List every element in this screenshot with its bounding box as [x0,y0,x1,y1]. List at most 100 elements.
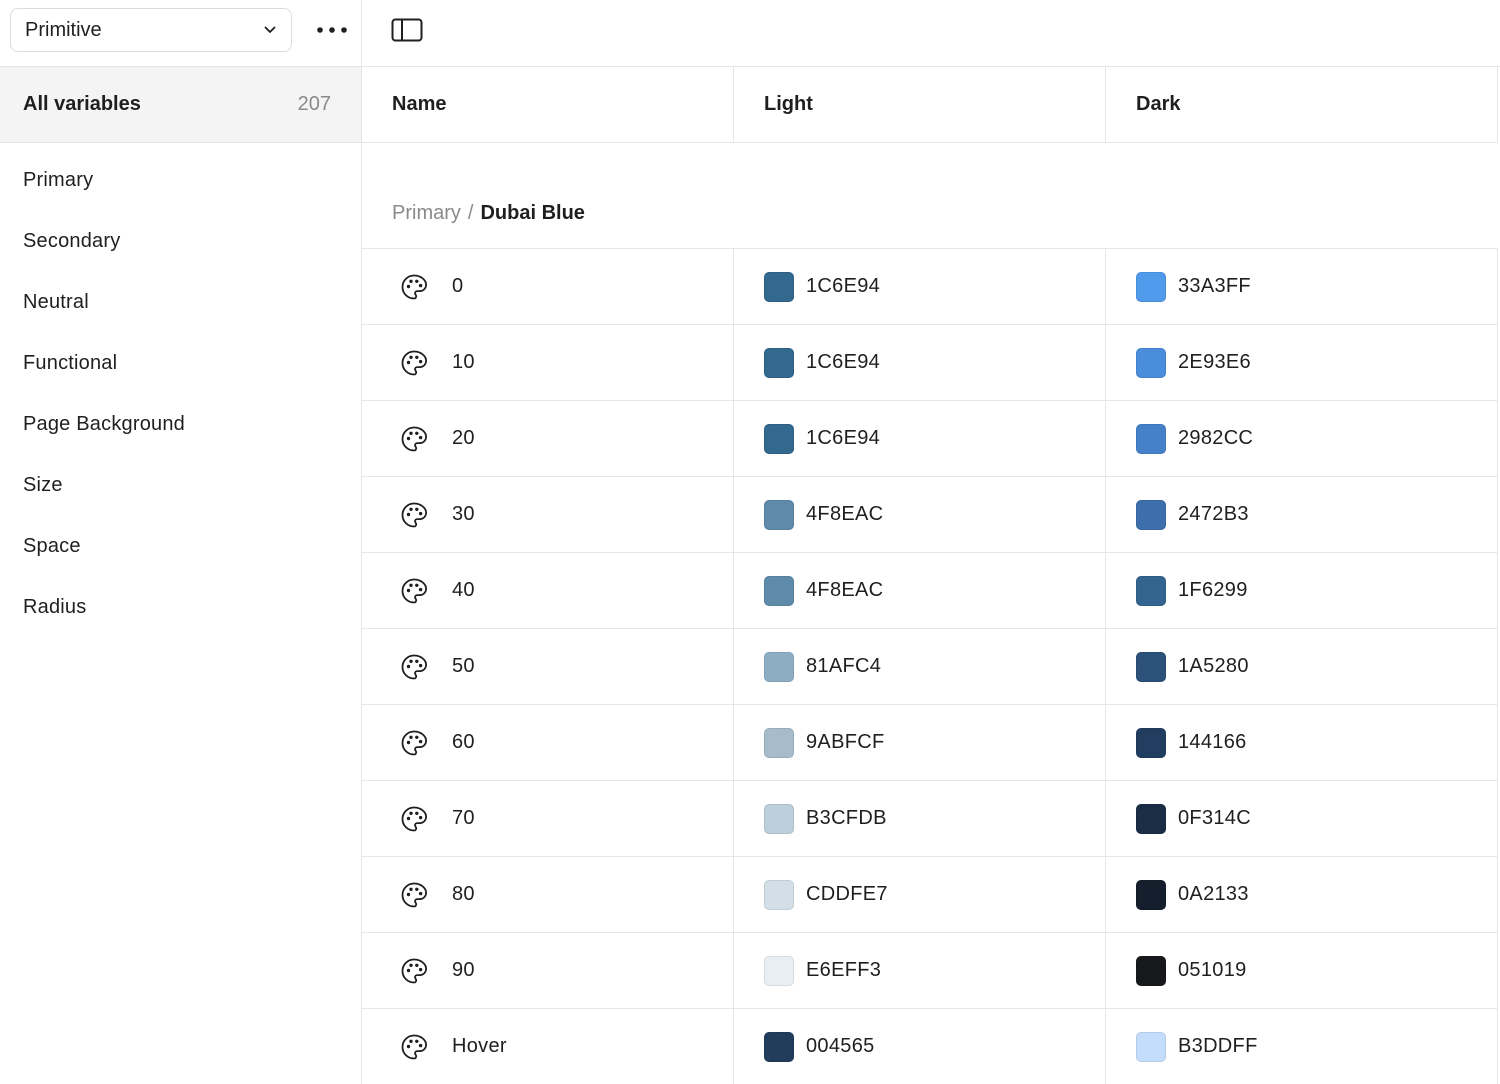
dark-color-swatch[interactable] [1136,575,1166,606]
collection-dropdown-value: Primitive [25,18,102,41]
light-value-cell[interactable]: E6EFF3 [734,933,1106,1008]
variable-name: 20 [452,427,475,449]
light-value-cell[interactable]: 1C6E94 [734,325,1106,400]
dark-value-cell[interactable]: 0A2133 [1106,857,1498,932]
variable-name-cell[interactable]: 30 [362,477,734,552]
sidebar-item-neutral[interactable]: Neutral [0,272,361,333]
dark-color-swatch[interactable] [1136,347,1166,378]
dark-value-cell[interactable]: 2982CC [1106,401,1498,476]
sidebar-item-radius[interactable]: Radius [0,577,361,638]
dark-value-cell[interactable]: 33A3FF [1106,249,1498,324]
breadcrumb-separator: / [467,202,474,224]
sidebar-item-functional[interactable]: Functional [0,333,361,394]
palette-icon [400,349,428,377]
variable-name: 40 [452,579,475,601]
light-color-swatch[interactable] [764,575,794,606]
light-value-cell[interactable]: 004565 [734,1009,1106,1084]
table-row[interactable]: 0 1C6E94 33A3FF [362,249,1498,325]
dark-value-cell[interactable]: 051019 [1106,933,1498,1008]
light-value-cell[interactable]: 4F8EAC [734,477,1106,552]
variable-name-cell[interactable]: 90 [362,933,734,1008]
dark-color-swatch[interactable] [1136,423,1166,454]
column-header-name[interactable]: Name [362,67,734,142]
dark-hex-value: 0F314C [1178,807,1251,829]
sidebar-item-space[interactable]: Space [0,516,361,577]
light-color-swatch[interactable] [764,1031,794,1062]
table-row[interactable]: 50 81AFC4 1A5280 [362,629,1498,705]
light-value-cell[interactable]: CDDFE7 [734,857,1106,932]
dark-value-cell[interactable]: B3DDFF [1106,1009,1498,1084]
light-value-cell[interactable]: 9ABFCF [734,705,1106,780]
dark-color-swatch[interactable] [1136,271,1166,302]
dark-hex-value: 33A3FF [1178,275,1251,297]
dark-value-cell[interactable]: 1A5280 [1106,629,1498,704]
dark-hex-value: 2982CC [1178,427,1254,449]
light-color-swatch[interactable] [764,955,794,986]
dark-value-cell[interactable]: 2E93E6 [1106,325,1498,400]
variable-name-cell[interactable]: 40 [362,553,734,628]
table-row[interactable]: 40 4F8EAC 1F6299 [362,553,1498,629]
collection-dropdown[interactable]: Primitive [10,8,292,52]
table-row[interactable]: Hover 004565 B3DDFF [362,1009,1498,1084]
light-value-cell[interactable]: 1C6E94 [734,249,1106,324]
dark-value-cell[interactable]: 0F314C [1106,781,1498,856]
dark-value-cell[interactable]: 144166 [1106,705,1498,780]
dark-hex-value: 2472B3 [1178,503,1249,525]
dark-color-swatch[interactable] [1136,879,1166,910]
variable-name-cell[interactable]: 70 [362,781,734,856]
light-value-cell[interactable]: 1C6E94 [734,401,1106,476]
dark-color-swatch[interactable] [1136,803,1166,834]
variable-name-cell[interactable]: 0 [362,249,734,324]
dark-value-cell[interactable]: 1F6299 [1106,553,1498,628]
dark-hex-value: 051019 [1178,959,1247,981]
table-row[interactable]: 60 9ABFCF 144166 [362,705,1498,781]
variable-name-cell[interactable]: 60 [362,705,734,780]
dark-color-swatch[interactable] [1136,1031,1166,1062]
light-color-swatch[interactable] [764,271,794,302]
variable-name-cell[interactable]: 50 [362,629,734,704]
light-hex-value: 4F8EAC [806,503,884,525]
light-value-cell[interactable]: 81AFC4 [734,629,1106,704]
all-variables-item[interactable]: All variables 207 [0,67,361,143]
variable-name-cell[interactable]: 20 [362,401,734,476]
light-color-swatch[interactable] [764,423,794,454]
light-hex-value: 9ABFCF [806,731,885,753]
light-hex-value: 1C6E94 [806,275,881,297]
light-hex-value: B3CFDB [806,807,887,829]
dark-color-swatch[interactable] [1136,955,1166,986]
column-header-light[interactable]: Light [734,67,1106,142]
sidebar-header: Primitive [0,0,361,67]
table-row[interactable]: 10 1C6E94 2E93E6 [362,325,1498,401]
dark-color-swatch[interactable] [1136,727,1166,758]
dark-value-cell[interactable]: 2472B3 [1106,477,1498,552]
light-color-swatch[interactable] [764,651,794,682]
light-value-cell[interactable]: B3CFDB [734,781,1106,856]
light-hex-value: CDDFE7 [806,883,888,905]
dark-color-swatch[interactable] [1136,499,1166,530]
palette-icon [400,1033,428,1061]
table-row[interactable]: 30 4F8EAC 2472B3 [362,477,1498,553]
sidebar-item-size[interactable]: Size [0,455,361,516]
table-row[interactable]: 80 CDDFE7 0A2133 [362,857,1498,933]
column-header-dark[interactable]: Dark [1106,67,1498,142]
table-row[interactable]: 20 1C6E94 2982CC [362,401,1498,477]
more-options-button[interactable] [310,14,354,46]
dark-color-swatch[interactable] [1136,651,1166,682]
table-row[interactable]: 70 B3CFDB 0F314C [362,781,1498,857]
sidebar-toggle-button[interactable] [390,17,424,47]
sidebar-item-primary[interactable]: Primary [0,150,361,211]
light-value-cell[interactable]: 4F8EAC [734,553,1106,628]
variable-name-cell[interactable]: Hover [362,1009,734,1084]
sidebar-item-page-background[interactable]: Page Background [0,394,361,455]
table-row[interactable]: 90 E6EFF3 051019 [362,933,1498,1009]
light-color-swatch[interactable] [764,879,794,910]
light-color-swatch[interactable] [764,347,794,378]
sidebar-item-secondary[interactable]: Secondary [0,211,361,272]
light-color-swatch[interactable] [764,803,794,834]
variable-name-cell[interactable]: 10 [362,325,734,400]
light-color-swatch[interactable] [764,499,794,530]
variable-name: 80 [452,883,475,905]
light-color-swatch[interactable] [764,727,794,758]
palette-icon [400,501,428,529]
variable-name-cell[interactable]: 80 [362,857,734,932]
